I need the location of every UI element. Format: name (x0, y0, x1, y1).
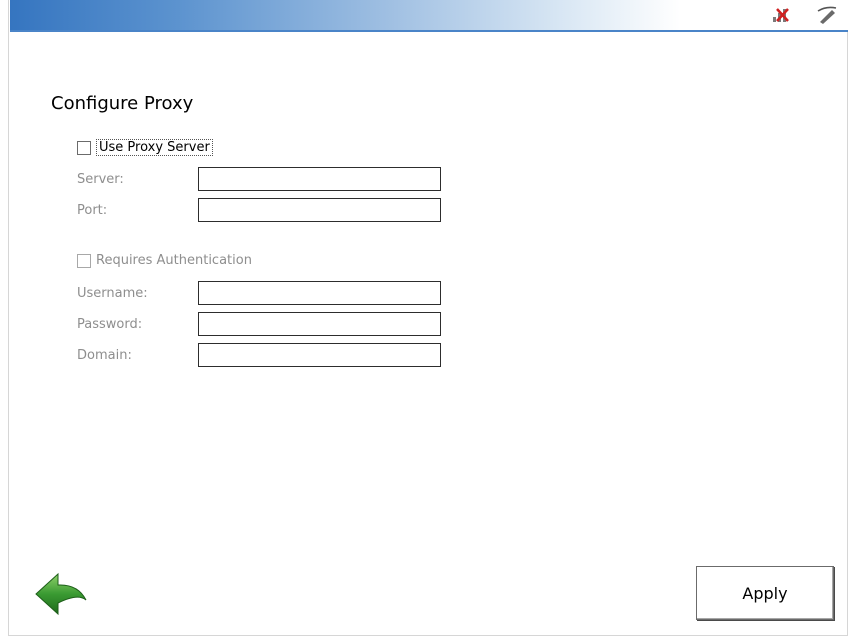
domain-label: Domain: (77, 348, 132, 363)
apply-button[interactable]: Apply (696, 566, 834, 620)
page-title: Configure Proxy (51, 93, 194, 114)
port-input[interactable] (198, 198, 441, 222)
requires-auth-label[interactable]: Requires Authentication (96, 253, 252, 268)
use-proxy-label[interactable]: Use Proxy Server (96, 139, 213, 156)
port-label: Port: (77, 203, 108, 218)
use-proxy-checkbox[interactable] (77, 140, 91, 155)
title-bar (10, 0, 848, 30)
server-label: Server: (77, 172, 124, 187)
back-arrow-icon[interactable] (34, 572, 88, 616)
username-input[interactable] (198, 281, 441, 305)
requires-auth-checkbox[interactable] (77, 253, 91, 268)
password-label: Password: (77, 317, 143, 332)
use-proxy-row[interactable]: Use Proxy Server (77, 139, 213, 156)
domain-input[interactable] (198, 343, 441, 367)
requires-auth-row[interactable]: Requires Authentication (77, 253, 252, 268)
username-label: Username: (77, 286, 148, 301)
pen-icon[interactable] (816, 5, 838, 25)
password-input[interactable] (198, 312, 441, 336)
network-disconnected-icon[interactable] (770, 5, 792, 25)
title-bar-divider (10, 30, 848, 32)
server-input[interactable] (198, 167, 441, 191)
